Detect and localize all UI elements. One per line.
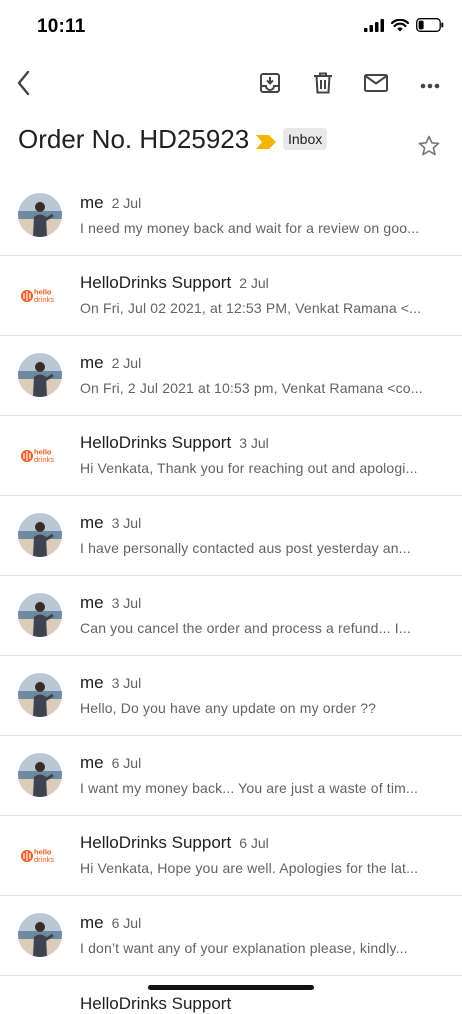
subject-row: Order No. HD25923	[0, 118, 462, 170]
trash-icon	[313, 72, 333, 99]
avatar	[18, 193, 62, 237]
back-button[interactable]	[2, 60, 46, 110]
avatar	[18, 753, 62, 797]
message-date: 3 Jul	[239, 435, 269, 451]
important-marker-icon[interactable]	[256, 135, 276, 154]
star-outline-icon	[417, 135, 441, 162]
thread-message[interactable]: me 2 Jul I need my money back and wait fo…	[0, 176, 462, 256]
thread-message[interactable]: hello drinks HelloDrinks Support 6 Jul Hi…	[0, 816, 462, 896]
thread-message[interactable]: me 3 Jul Can you cancel the order and pro…	[0, 576, 462, 656]
message-date: 2 Jul	[239, 275, 269, 291]
thread-message[interactable]: hello drinks HelloDrinks Support 3 Jul Hi…	[0, 416, 462, 496]
message-sender: me 3 Jul	[80, 513, 142, 532]
mark-unread-button[interactable]	[354, 60, 398, 110]
inbox-label-chip[interactable]: Inbox	[283, 128, 328, 150]
message-snippet: I want my money back... You are just a w…	[80, 780, 419, 796]
message-sender: HelloDrinks Support 3 Jul	[80, 433, 269, 452]
message-sender: me 6 Jul	[80, 913, 142, 932]
message-snippet: Can you cancel the order and process a r…	[80, 620, 411, 636]
svg-text:drinks: drinks	[34, 455, 54, 464]
more-horizontal-icon	[420, 76, 440, 94]
archive-button[interactable]	[248, 60, 292, 110]
thread-message[interactable]: me 3 Jul Hello, Do you have any update on…	[0, 656, 462, 736]
message-date: 3 Jul	[111, 515, 142, 531]
message-snippet: I need my money back and wait for a revi…	[80, 220, 420, 236]
message-date: 2 Jul	[111, 355, 142, 371]
message-snippet: I have personally contacted aus post yes…	[80, 540, 411, 556]
message-date: 2 Jul	[111, 195, 142, 211]
hellodrinks-logo: hello drinks	[18, 833, 62, 877]
toolbar	[0, 60, 462, 110]
message-snippet: I don’t want any of your explanation ple…	[80, 940, 408, 956]
message-thread: me 2 Jul I need my money back and wait fo…	[0, 176, 462, 976]
svg-text:drinks: drinks	[34, 855, 54, 864]
message-sender: me 3 Jul	[80, 673, 142, 692]
message-sender: HelloDrinks Support 6 Jul	[80, 833, 269, 852]
message-snippet: Hi Venkata, Hope you are well. Apologies…	[80, 860, 419, 876]
avatar	[18, 913, 62, 957]
cellular-signal-icon	[364, 18, 384, 37]
status-time: 10:11	[37, 16, 86, 37]
svg-text:drinks: drinks	[34, 295, 54, 304]
star-button[interactable]	[417, 134, 441, 163]
message-sender: me 3 Jul	[80, 593, 142, 612]
hellodrinks-logo: hello drinks	[18, 273, 62, 317]
message-date: 3 Jul	[111, 595, 142, 611]
wifi-icon	[390, 18, 410, 37]
email-subject: Order No. HD25923	[18, 124, 250, 154]
message-sender: me 6 Jul	[80, 753, 142, 772]
avatar	[18, 673, 62, 717]
archive-icon	[259, 72, 281, 99]
message-snippet: On Fri, 2 Jul 2021 at 10:53 pm, Venkat R…	[80, 380, 423, 396]
message-snippet: Hello, Do you have any update on my orde…	[80, 700, 377, 716]
message-date: 3 Jul	[111, 675, 142, 691]
avatar	[18, 513, 62, 557]
message-date: 6 Jul	[239, 835, 269, 851]
avatar	[18, 353, 62, 397]
message-sender: me 2 Jul	[80, 353, 142, 372]
message-sender: me 2 Jul	[80, 193, 142, 212]
message-sender: HelloDrinks Support 2 Jul	[80, 273, 269, 292]
delete-button[interactable]	[301, 60, 345, 110]
home-indicator[interactable]	[148, 985, 314, 990]
message-snippet: On Fri, Jul 02 2021, at 12:53 PM, Venkat…	[80, 300, 422, 316]
chevron-left-icon	[16, 70, 32, 101]
thread-message[interactable]: hello drinks HelloDrinks Support 2 Jul On…	[0, 256, 462, 336]
status-icons	[364, 18, 444, 37]
thread-message[interactable]: me 2 Jul On Fri, 2 Jul 2021 at 10:53 pm, …	[0, 336, 462, 416]
status-bar: 10:11	[0, 0, 462, 52]
thread-message[interactable]: me 3 Jul I have personally contacted aus …	[0, 496, 462, 576]
thread-message[interactable]: me 6 Jul I don’t want any of your explana…	[0, 896, 462, 976]
message-date: 6 Jul	[111, 915, 142, 931]
mail-icon	[364, 73, 388, 97]
battery-icon	[416, 18, 444, 37]
avatar	[18, 593, 62, 637]
more-options-button[interactable]	[408, 60, 452, 110]
hellodrinks-logo: hello drinks	[18, 433, 62, 477]
message-date: 6 Jul	[111, 755, 142, 771]
partial-message-sender[interactable]: HelloDrinks Support	[80, 994, 231, 1014]
message-snippet: Hi Venkata, Thank you for reaching out a…	[80, 460, 418, 476]
thread-message[interactable]: me 6 Jul I want my money back... You are …	[0, 736, 462, 816]
